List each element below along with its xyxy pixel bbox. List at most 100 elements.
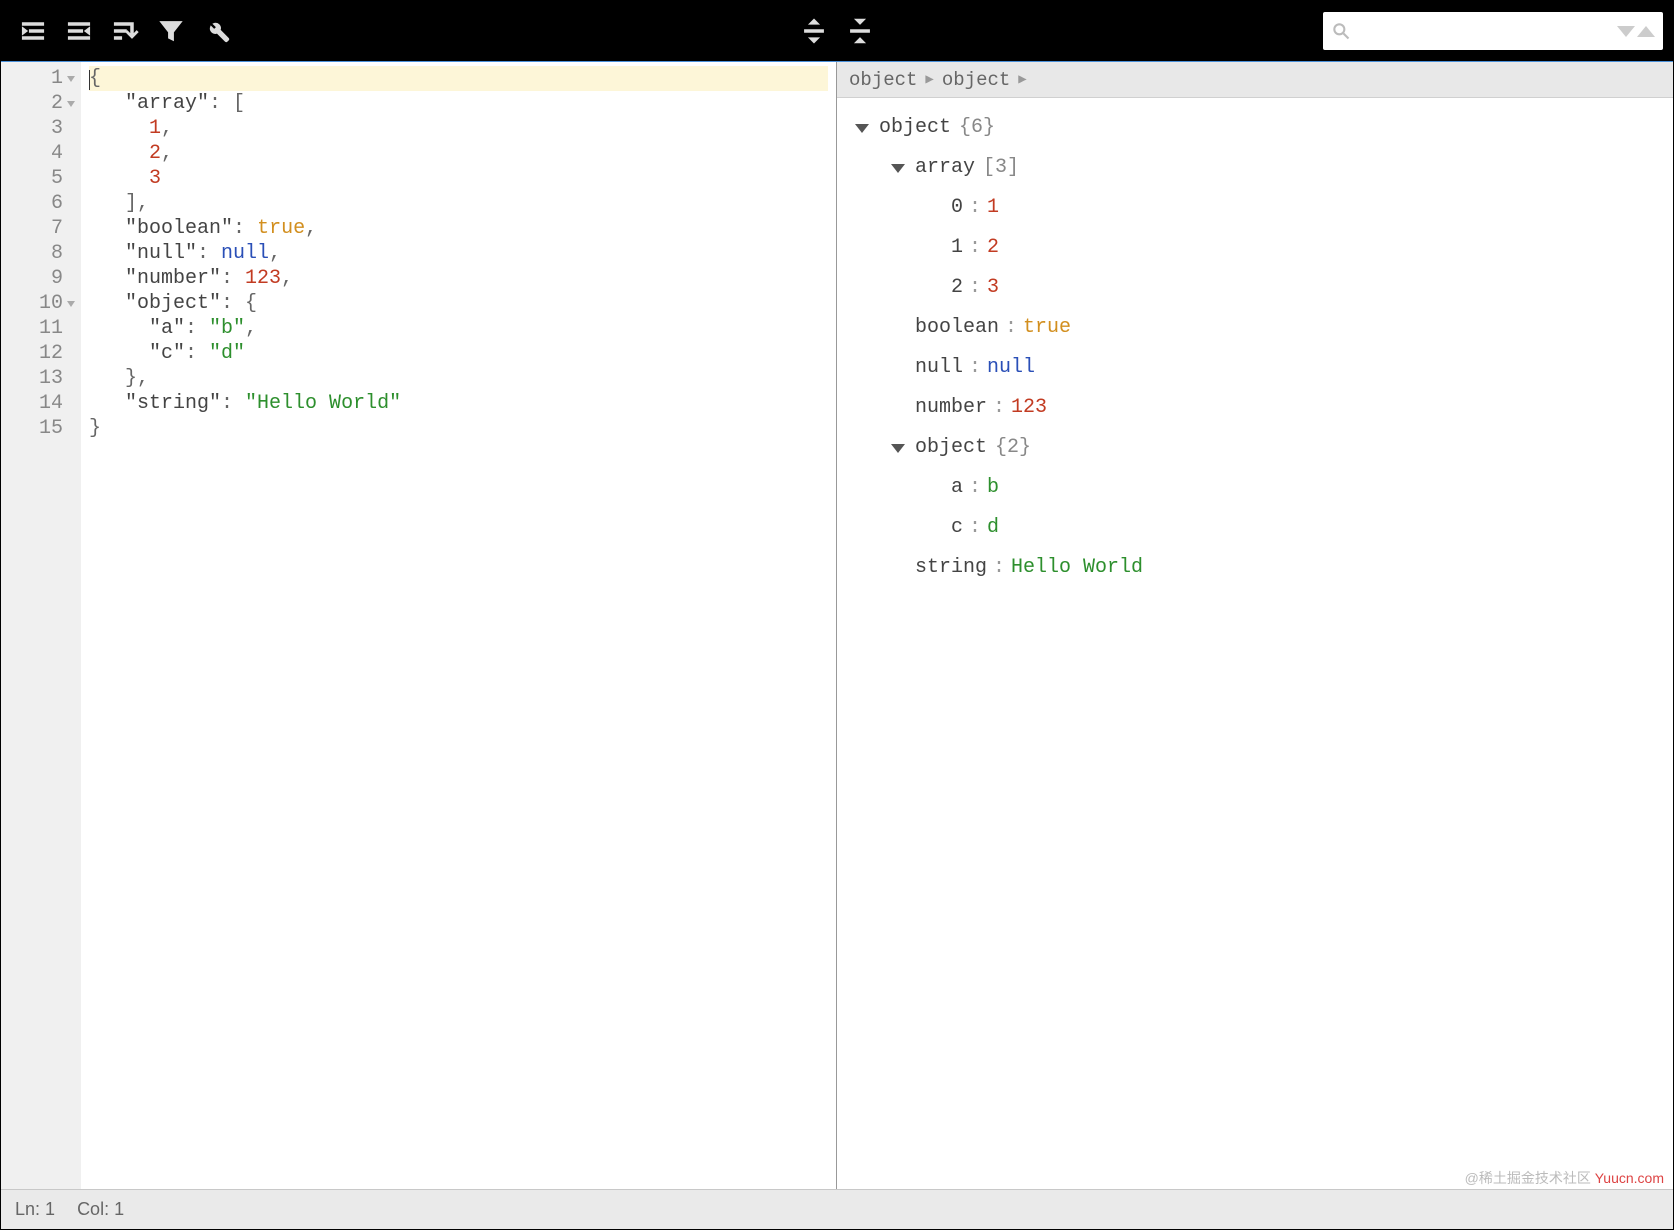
tree-row[interactable]: a :b <box>845 468 1665 508</box>
gutter-line: 9 <box>15 266 75 291</box>
tree-value: Hello World <box>1011 548 1143 588</box>
tree-row[interactable]: object{2} <box>845 428 1665 468</box>
col-value: 1 <box>114 1199 124 1219</box>
sort-icon <box>111 17 139 45</box>
tree-key: string <box>915 548 987 588</box>
breadcrumb-item[interactable]: object <box>942 69 1010 91</box>
gutter-line: 1 <box>15 66 75 91</box>
tree-value: b <box>987 468 999 508</box>
tree-separator: : <box>969 348 981 388</box>
tree-key: object <box>915 428 987 468</box>
tree-row[interactable]: boolean:true <box>845 308 1665 348</box>
fold-toggle-icon[interactable] <box>67 76 75 82</box>
search-nav <box>1617 26 1655 37</box>
code-line[interactable]: 2, <box>89 141 828 166</box>
gutter-line: 8 <box>15 241 75 266</box>
tree-separator: : <box>969 468 981 508</box>
status-line: Ln: 1 <box>15 1199 55 1220</box>
toolbar-left-group <box>11 9 239 53</box>
tree-row[interactable]: 2:3 <box>845 268 1665 308</box>
breadcrumb-separator-icon: ▶ <box>925 71 933 88</box>
tree-value: 123 <box>1011 388 1047 428</box>
ln-label: Ln: <box>15 1199 40 1219</box>
tree-row[interactable]: number:123 <box>845 388 1665 428</box>
expand-all-button[interactable] <box>792 9 836 53</box>
tree-separator: : <box>1005 308 1017 348</box>
code-editor[interactable]: 123456789101112131415 { "array": [ 1, 2,… <box>1 62 836 1189</box>
fold-toggle-icon[interactable] <box>67 301 75 307</box>
search-input[interactable] <box>1351 22 1617 40</box>
collapse-all-button[interactable] <box>838 9 882 53</box>
tree-row[interactable]: string:Hello World <box>845 548 1665 588</box>
code-line[interactable]: "string": "Hello World" <box>89 391 828 416</box>
indent-left-button[interactable] <box>57 9 101 53</box>
code-line[interactable]: "boolean": true, <box>89 216 828 241</box>
tree-view[interactable]: object{6}array[3]0:11:22:3boolean:truenu… <box>837 98 1673 1189</box>
code-line[interactable]: "null": null, <box>89 241 828 266</box>
tree-value: 3 <box>987 268 999 308</box>
code-line[interactable]: "array": [ <box>89 91 828 116</box>
code-area[interactable]: { "array": [ 1, 2, 3 ], "boolean": true,… <box>81 62 836 1189</box>
disclosure-triangle-icon[interactable] <box>891 444 905 453</box>
filter-button[interactable] <box>149 9 193 53</box>
tree-row[interactable]: null:null <box>845 348 1665 388</box>
tree-value: true <box>1023 308 1071 348</box>
tree-value: 2 <box>987 228 999 268</box>
code-line[interactable]: "object": { <box>89 291 828 316</box>
code-line[interactable]: 3 <box>89 166 828 191</box>
gutter-line: 5 <box>15 166 75 191</box>
tree-separator: : <box>993 548 1005 588</box>
fold-toggle-icon[interactable] <box>67 101 75 107</box>
search-next-button[interactable] <box>1617 26 1635 37</box>
breadcrumb-item[interactable]: object <box>849 69 917 91</box>
sort-button[interactable] <box>103 9 147 53</box>
search-box <box>1323 12 1663 50</box>
code-line[interactable]: "a": "b", <box>89 316 828 341</box>
col-label: Col: <box>77 1199 109 1219</box>
code-line[interactable]: 1, <box>89 116 828 141</box>
expand-vertical-icon <box>800 17 828 45</box>
gutter-line: 3 <box>15 116 75 141</box>
tree-key: array <box>915 148 975 188</box>
tree-separator: : <box>969 228 981 268</box>
tree-row[interactable]: 1:2 <box>845 228 1665 268</box>
code-line[interactable]: "c": "d" <box>89 341 828 366</box>
editor-pane: 123456789101112131415 { "array": [ 1, 2,… <box>1 62 837 1189</box>
tree-row[interactable]: array[3] <box>845 148 1665 188</box>
tree-key: number <box>915 388 987 428</box>
tools-button[interactable] <box>195 9 239 53</box>
toolbar-center-group <box>792 9 882 53</box>
tree-row[interactable]: object{6} <box>845 108 1665 148</box>
indent-right-icon <box>19 17 47 45</box>
code-line[interactable]: ], <box>89 191 828 216</box>
tree-key: 2 <box>951 268 963 308</box>
gutter-line: 13 <box>15 366 75 391</box>
watermark: @稀土掘金技术社区 Yuucn.com <box>1465 1168 1664 1188</box>
indent-right-button[interactable] <box>11 9 55 53</box>
code-line[interactable]: } <box>89 416 828 441</box>
code-line[interactable]: }, <box>89 366 828 391</box>
gutter-line: 7 <box>15 216 75 241</box>
gutter-line: 6 <box>15 191 75 216</box>
tree-row[interactable]: 0:1 <box>845 188 1665 228</box>
tree-row[interactable]: c :d <box>845 508 1665 548</box>
disclosure-triangle-icon[interactable] <box>855 124 869 133</box>
tree-separator: : <box>969 508 981 548</box>
indent-left-icon <box>65 17 93 45</box>
code-line[interactable]: { <box>89 66 828 91</box>
status-col: Col: 1 <box>77 1199 124 1220</box>
tree-meta: {6} <box>959 108 995 148</box>
disclosure-triangle-icon[interactable] <box>891 164 905 173</box>
watermark-gray: @稀土掘金技术社区 <box>1465 1170 1591 1186</box>
tree-separator: : <box>969 188 981 228</box>
gutter-line: 14 <box>15 391 75 416</box>
tree-separator: : <box>969 268 981 308</box>
code-line[interactable]: "number": 123, <box>89 266 828 291</box>
tree-key: boolean <box>915 308 999 348</box>
search-prev-button[interactable] <box>1637 26 1655 37</box>
watermark-red: Yuucn.com <box>1595 1170 1664 1186</box>
filter-icon <box>157 17 185 45</box>
breadcrumb: object▶object▶ <box>837 62 1673 98</box>
collapse-vertical-icon <box>846 17 874 45</box>
tree-pane: object▶object▶ object{6}array[3]0:11:22:… <box>837 62 1673 1189</box>
